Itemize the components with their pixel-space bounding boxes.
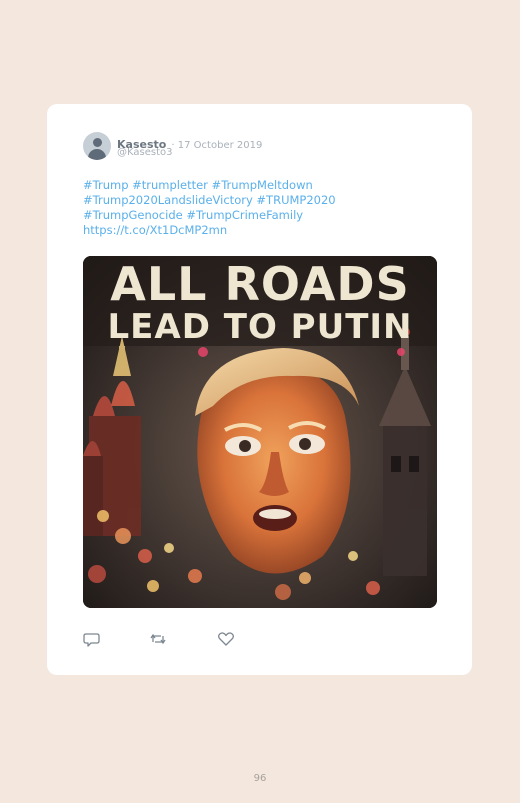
- poster-headline-2: LEAD TO PUTIN: [107, 307, 412, 347]
- page-number: 96: [253, 773, 267, 784]
- tweet-date: 17 October 2019: [177, 140, 263, 151]
- poster-artwork: ALL ROADS LEAD TO PUTIN: [83, 256, 437, 608]
- tweet-actions: [83, 630, 283, 648]
- avatar-head-shape: [93, 138, 102, 147]
- tweet-card: Kasesto · 17 October 2019 @Kasesto3 #Tru…: [47, 104, 472, 675]
- reply-icon[interactable]: [83, 630, 101, 648]
- avatar-body-shape: [88, 149, 106, 160]
- retweet-icon[interactable]: [149, 630, 167, 648]
- tweet-header: Kasesto · 17 October 2019 @Kasesto3: [83, 132, 443, 162]
- hashtag-line[interactable]: #TrumpGenocide #TrumpCrimeFamily: [83, 208, 413, 223]
- tweet-image[interactable]: ALL ROADS LEAD TO PUTIN: [83, 256, 437, 608]
- page: Kasesto · 17 October 2019 @Kasesto3 #Tru…: [0, 0, 520, 803]
- tweet-link[interactable]: https://t.co/Xt1DcMP2mn: [83, 223, 413, 238]
- hashtag-line[interactable]: #Trump #trumpletter #TrumpMeltdown: [83, 178, 413, 193]
- poster-headline-1: ALL ROADS: [110, 257, 409, 311]
- user-handle[interactable]: @Kasesto3: [117, 147, 172, 158]
- tweet-text: #Trump #trumpletter #TrumpMeltdown #Trum…: [83, 178, 413, 238]
- heart-icon[interactable]: [217, 630, 235, 648]
- avatar[interactable]: [83, 132, 111, 160]
- hashtag-line[interactable]: #Trump2020LandslideVictory #TRUMP2020: [83, 193, 413, 208]
